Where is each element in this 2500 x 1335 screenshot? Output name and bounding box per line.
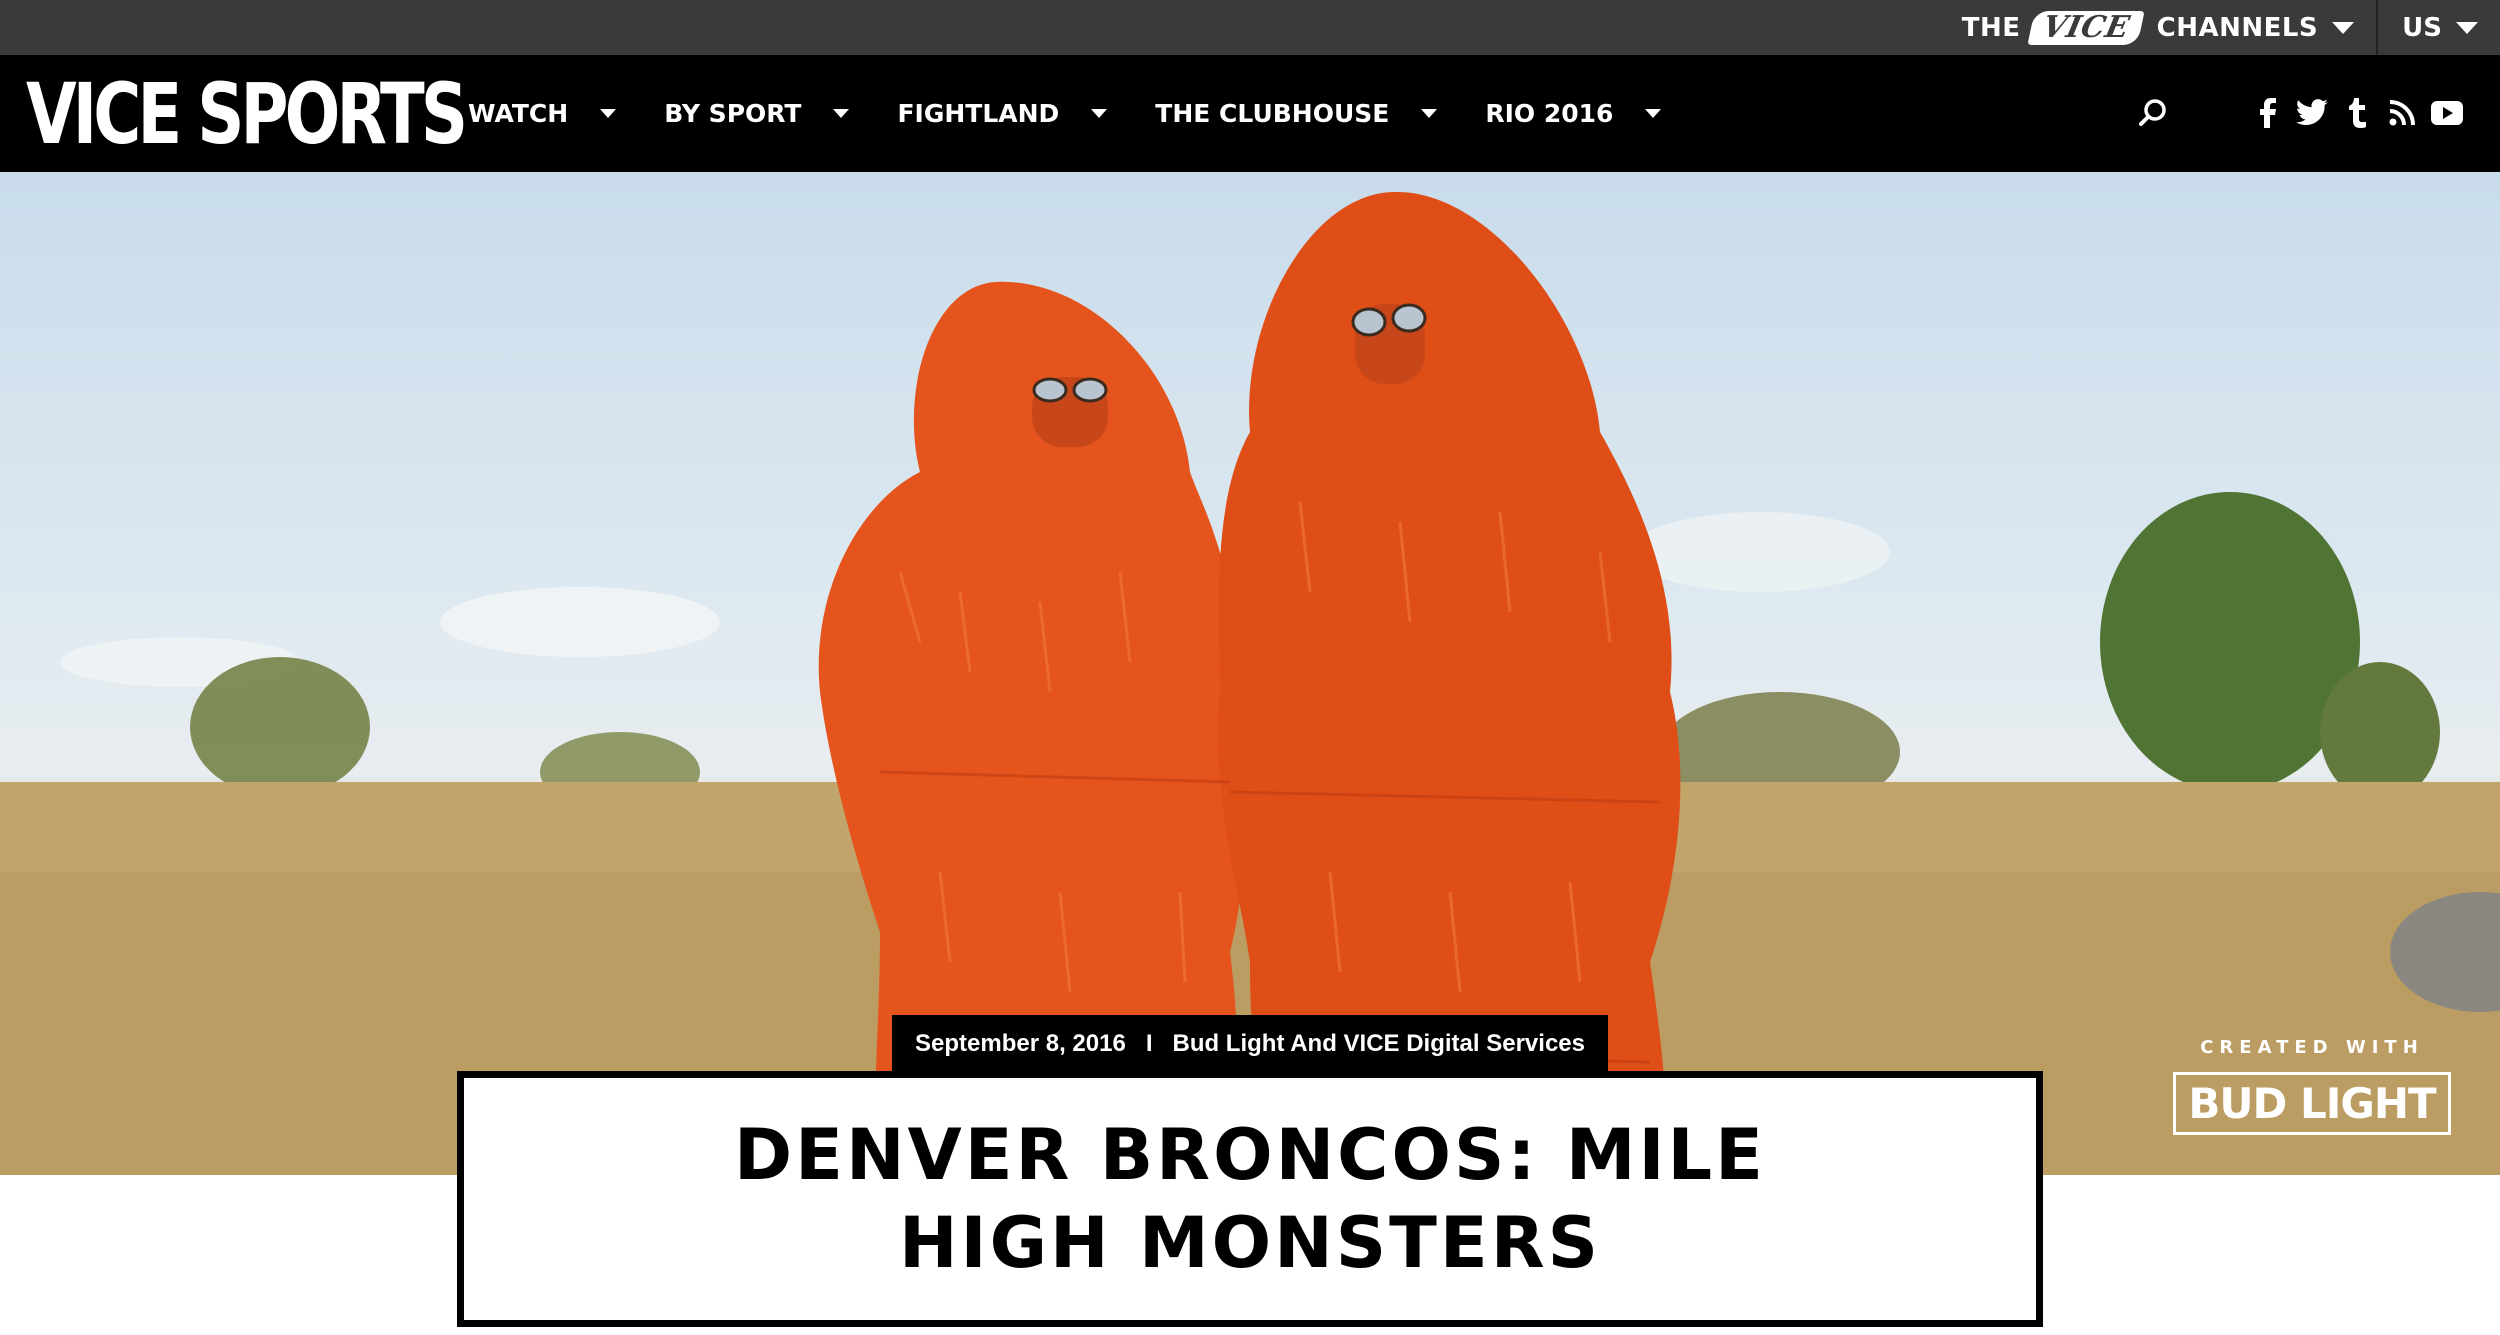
nav-item-rio-2016[interactable]: RIO 2016 <box>1485 99 1662 128</box>
article-title: DENVER BRONCOS: MILE HIGH MONSTERS <box>734 1114 1766 1284</box>
chevron-down-icon <box>1421 109 1438 118</box>
top-utility-bar: THE VICE CHANNELS US <box>0 0 2500 55</box>
rss-icon[interactable] <box>2385 96 2419 130</box>
chevron-down-icon <box>1091 109 1108 118</box>
nav-item-by-sport[interactable]: BY SPORT <box>664 99 850 128</box>
vice-logo: VICE <box>2026 10 2145 45</box>
channels-label: CHANNELS <box>2156 12 2319 43</box>
site-logo[interactable]: VICE SPORTS <box>26 71 468 157</box>
nav-item-label: THE CLUBHOUSE <box>1155 99 1390 128</box>
region-label: US <box>2402 12 2442 43</box>
chevron-down-icon <box>600 109 617 118</box>
nav-item-the-clubhouse[interactable]: THE CLUBHOUSE <box>1155 99 1438 128</box>
nav-item-fightland[interactable]: FIGHTLAND <box>897 99 1108 128</box>
nav-menu: WATCH BY SPORT FIGHTLAND THE CLUBHOUSE R… <box>468 55 1709 172</box>
bud-light-logo: BUD LIGHT <box>2173 1072 2451 1135</box>
youtube-icon[interactable] <box>2430 96 2464 130</box>
search-icon[interactable] <box>2138 98 2168 128</box>
nav-item-label: FIGHTLAND <box>897 99 1060 128</box>
channels-menu[interactable]: THE VICE CHANNELS <box>1962 0 2376 55</box>
article-meta: September 8, 2016 I Bud Light And VICE D… <box>892 1015 1608 1073</box>
nav-item-watch[interactable]: WATCH <box>468 99 617 128</box>
chevron-down-icon <box>2332 21 2355 34</box>
nav-item-label: RIO 2016 <box>1485 99 1614 128</box>
chevron-down-icon <box>2456 21 2478 34</box>
nav-item-label: WATCH <box>468 99 569 128</box>
article-author[interactable]: Bud Light And VICE Digital Services <box>1172 1030 1585 1058</box>
nav-item-label: BY SPORT <box>664 99 802 128</box>
region-selector[interactable]: US <box>2376 0 2500 55</box>
main-navbar: VICE SPORTS WATCH BY SPORT FIGHTLAND THE… <box>0 55 2500 172</box>
chevron-down-icon <box>833 109 850 118</box>
the-label: THE <box>1961 12 2021 43</box>
created-with-label: CREATED WITH <box>2200 1037 2424 1058</box>
tumblr-icon[interactable] <box>2340 96 2374 130</box>
meta-separator: I <box>1145 1030 1153 1057</box>
twitter-icon[interactable] <box>2295 96 2329 130</box>
chevron-down-icon <box>1645 109 1662 118</box>
article-date: September 8, 2016 <box>915 1030 1126 1057</box>
topbar-right: THE VICE CHANNELS US <box>1962 0 2500 55</box>
article-title-box: DENVER BRONCOS: MILE HIGH MONSTERS <box>457 1071 2043 1327</box>
sponsor-badge[interactable]: CREATED WITH BUD LIGHT <box>2162 1037 2462 1135</box>
facebook-icon[interactable] <box>2250 96 2284 130</box>
social-links <box>2250 96 2475 130</box>
